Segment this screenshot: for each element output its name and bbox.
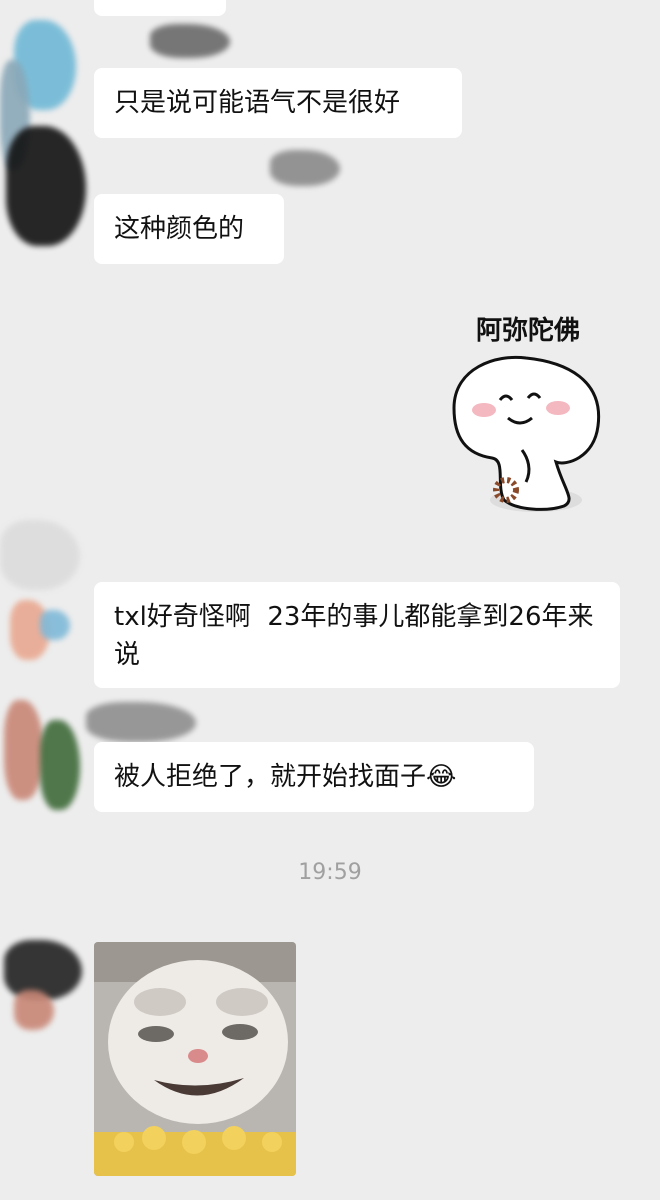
redacted-avatar [40,720,80,810]
redacted-avatar [0,520,80,590]
smiley-buddha-icon [452,355,601,512]
redacted-avatar [6,126,86,246]
redacted-avatar [4,700,44,800]
image-message[interactable] [94,942,296,1176]
message-bubble[interactable]: txl好奇怪啊 23年的事儿都能拿到26年来说 [94,582,620,688]
message-bubble[interactable]: 这种颜色的 [94,194,284,264]
message-bubble[interactable]: 只是说可能语气不是很好 [94,68,462,138]
redacted-avatar [14,990,54,1030]
redacted-name [150,24,230,58]
redacted-avatar [40,610,70,640]
redacted-avatar [4,940,82,1000]
redacted-name [270,150,340,186]
message-bubble[interactable]: 被人拒绝了，就开始找面子😂 [94,742,534,812]
chat-area[interactable]: 只是说可能语气不是很好 这种颜色的 阿弥陀佛 txl好奇怪啊 23年的事儿都能拿… [0,0,660,1200]
redacted-name [86,702,196,742]
sticker-emoji[interactable]: 阿弥陀佛 [436,300,614,520]
message-timestamp: 19:59 [298,860,362,885]
message-bubble-partial[interactable] [94,0,226,16]
sticker-caption: 阿弥陀佛 [475,316,580,346]
cat-photo-image [94,942,296,1176]
